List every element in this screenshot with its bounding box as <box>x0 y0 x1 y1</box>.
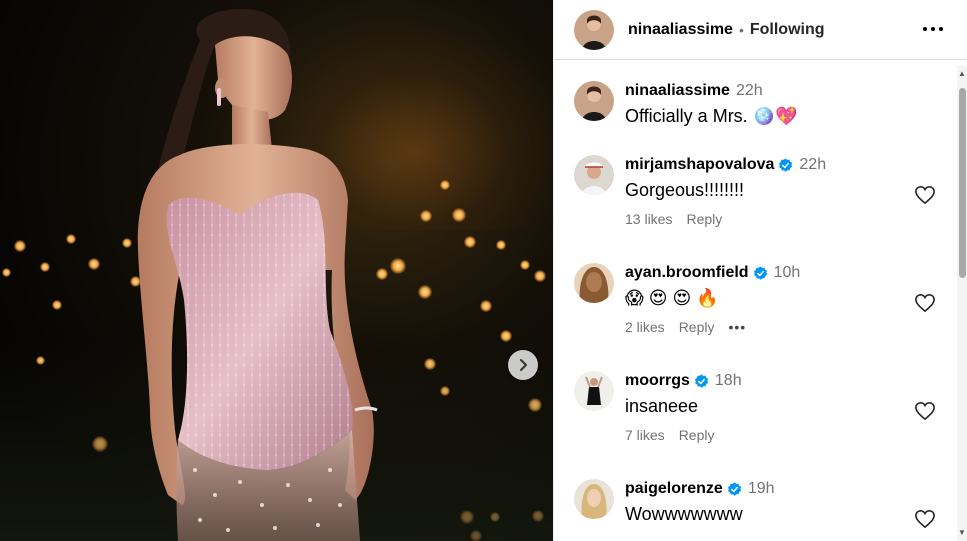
author-avatar[interactable] <box>574 9 614 50</box>
comment-time[interactable]: 22h <box>799 156 826 174</box>
comment-username[interactable]: mirjamshapovalova <box>625 156 774 174</box>
reply-button[interactable]: Reply <box>679 427 715 443</box>
comment-text: Gorgeous!!!!!!!! <box>625 180 745 200</box>
commenter-avatar[interactable] <box>574 479 614 519</box>
author-username[interactable]: nin‍aaliassime <box>628 21 733 39</box>
scroll-down-arrow-icon[interactable]: ▼ <box>958 529 966 537</box>
commenter-avatar[interactable] <box>574 81 614 121</box>
comment-options-button[interactable]: ••• <box>728 319 746 335</box>
woman-in-pink-dress-photo <box>137 9 378 541</box>
caption-comment: ninaaliassime 22h Officially a Mrs. 🪩💖 <box>574 81 958 141</box>
comment-item: ayan.broomfield 10h 😱 😍 😍 🔥 2 likes Repl… <box>574 263 958 353</box>
post-header: nin‍aaliassime • Following <box>554 0 967 60</box>
heart-outline-icon[interactable] <box>914 509 936 529</box>
comment-username[interactable]: ayan.broomfield <box>625 264 749 282</box>
commenter-avatar[interactable] <box>574 263 614 303</box>
comments-list: ninaaliassime 22h Officially a Mrs. 🪩💖 m… <box>554 66 958 541</box>
chevron-right-icon <box>520 359 527 371</box>
more-horizontal-icon[interactable] <box>921 18 945 40</box>
heart-outline-icon[interactable] <box>914 401 936 421</box>
comment-text: Wowwwwwww <box>625 504 743 524</box>
comment-likes[interactable]: 7 likes <box>625 427 665 443</box>
reply-button[interactable]: Reply <box>686 211 722 227</box>
reply-button[interactable]: Reply <box>679 319 715 335</box>
comment-username[interactable]: moorrgs <box>625 372 690 390</box>
comment-item: paigelorenze 19h Wowwwwwww <box>574 479 958 541</box>
scroll-up-arrow-icon[interactable]: ▲ <box>958 70 966 78</box>
comment-likes[interactable]: 2 likes <box>625 319 665 335</box>
heart-outline-icon[interactable] <box>914 293 936 313</box>
comment-time[interactable]: 22h <box>736 82 763 100</box>
comment-likes[interactable]: 13 likes <box>625 211 672 227</box>
following-button[interactable]: Following <box>750 21 825 39</box>
verified-badge-icon <box>779 157 793 172</box>
comment-username[interactable]: ninaaliassime <box>625 82 730 100</box>
post-media[interactable] <box>0 0 553 541</box>
comment-text: 😱 😍 😍 🔥 <box>625 288 719 308</box>
next-photo-button[interactable] <box>508 350 538 380</box>
scrollbar-thumb[interactable] <box>959 88 966 278</box>
verified-badge-icon <box>753 265 767 280</box>
post-side-panel: nin‍aaliassime • Following ninaaliassime… <box>553 0 967 541</box>
commenter-avatar[interactable] <box>574 155 614 195</box>
comment-time[interactable]: 19h <box>748 480 775 498</box>
verified-badge-icon <box>694 373 708 388</box>
separator-dot: • <box>738 21 744 38</box>
comment-time[interactable]: 18h <box>715 372 742 390</box>
commenter-avatar[interactable] <box>574 371 614 411</box>
comment-item: moorrgs 18h insaneee 7 likes Reply <box>574 371 958 461</box>
heart-outline-icon[interactable] <box>914 185 936 205</box>
comment-item: mirjamshapovalova 22h Gorgeous!!!!!!!! 1… <box>574 155 958 245</box>
comment-text: insaneee <box>625 396 699 416</box>
comment-username[interactable]: paigelorenze <box>625 480 723 498</box>
verified-badge-icon <box>727 481 741 496</box>
comments-scrollbar[interactable]: ▲ ▼ <box>957 66 967 541</box>
comment-time[interactable]: 10h <box>774 264 801 282</box>
comment-text: Officially a Mrs. 🪩💖 <box>625 106 798 126</box>
